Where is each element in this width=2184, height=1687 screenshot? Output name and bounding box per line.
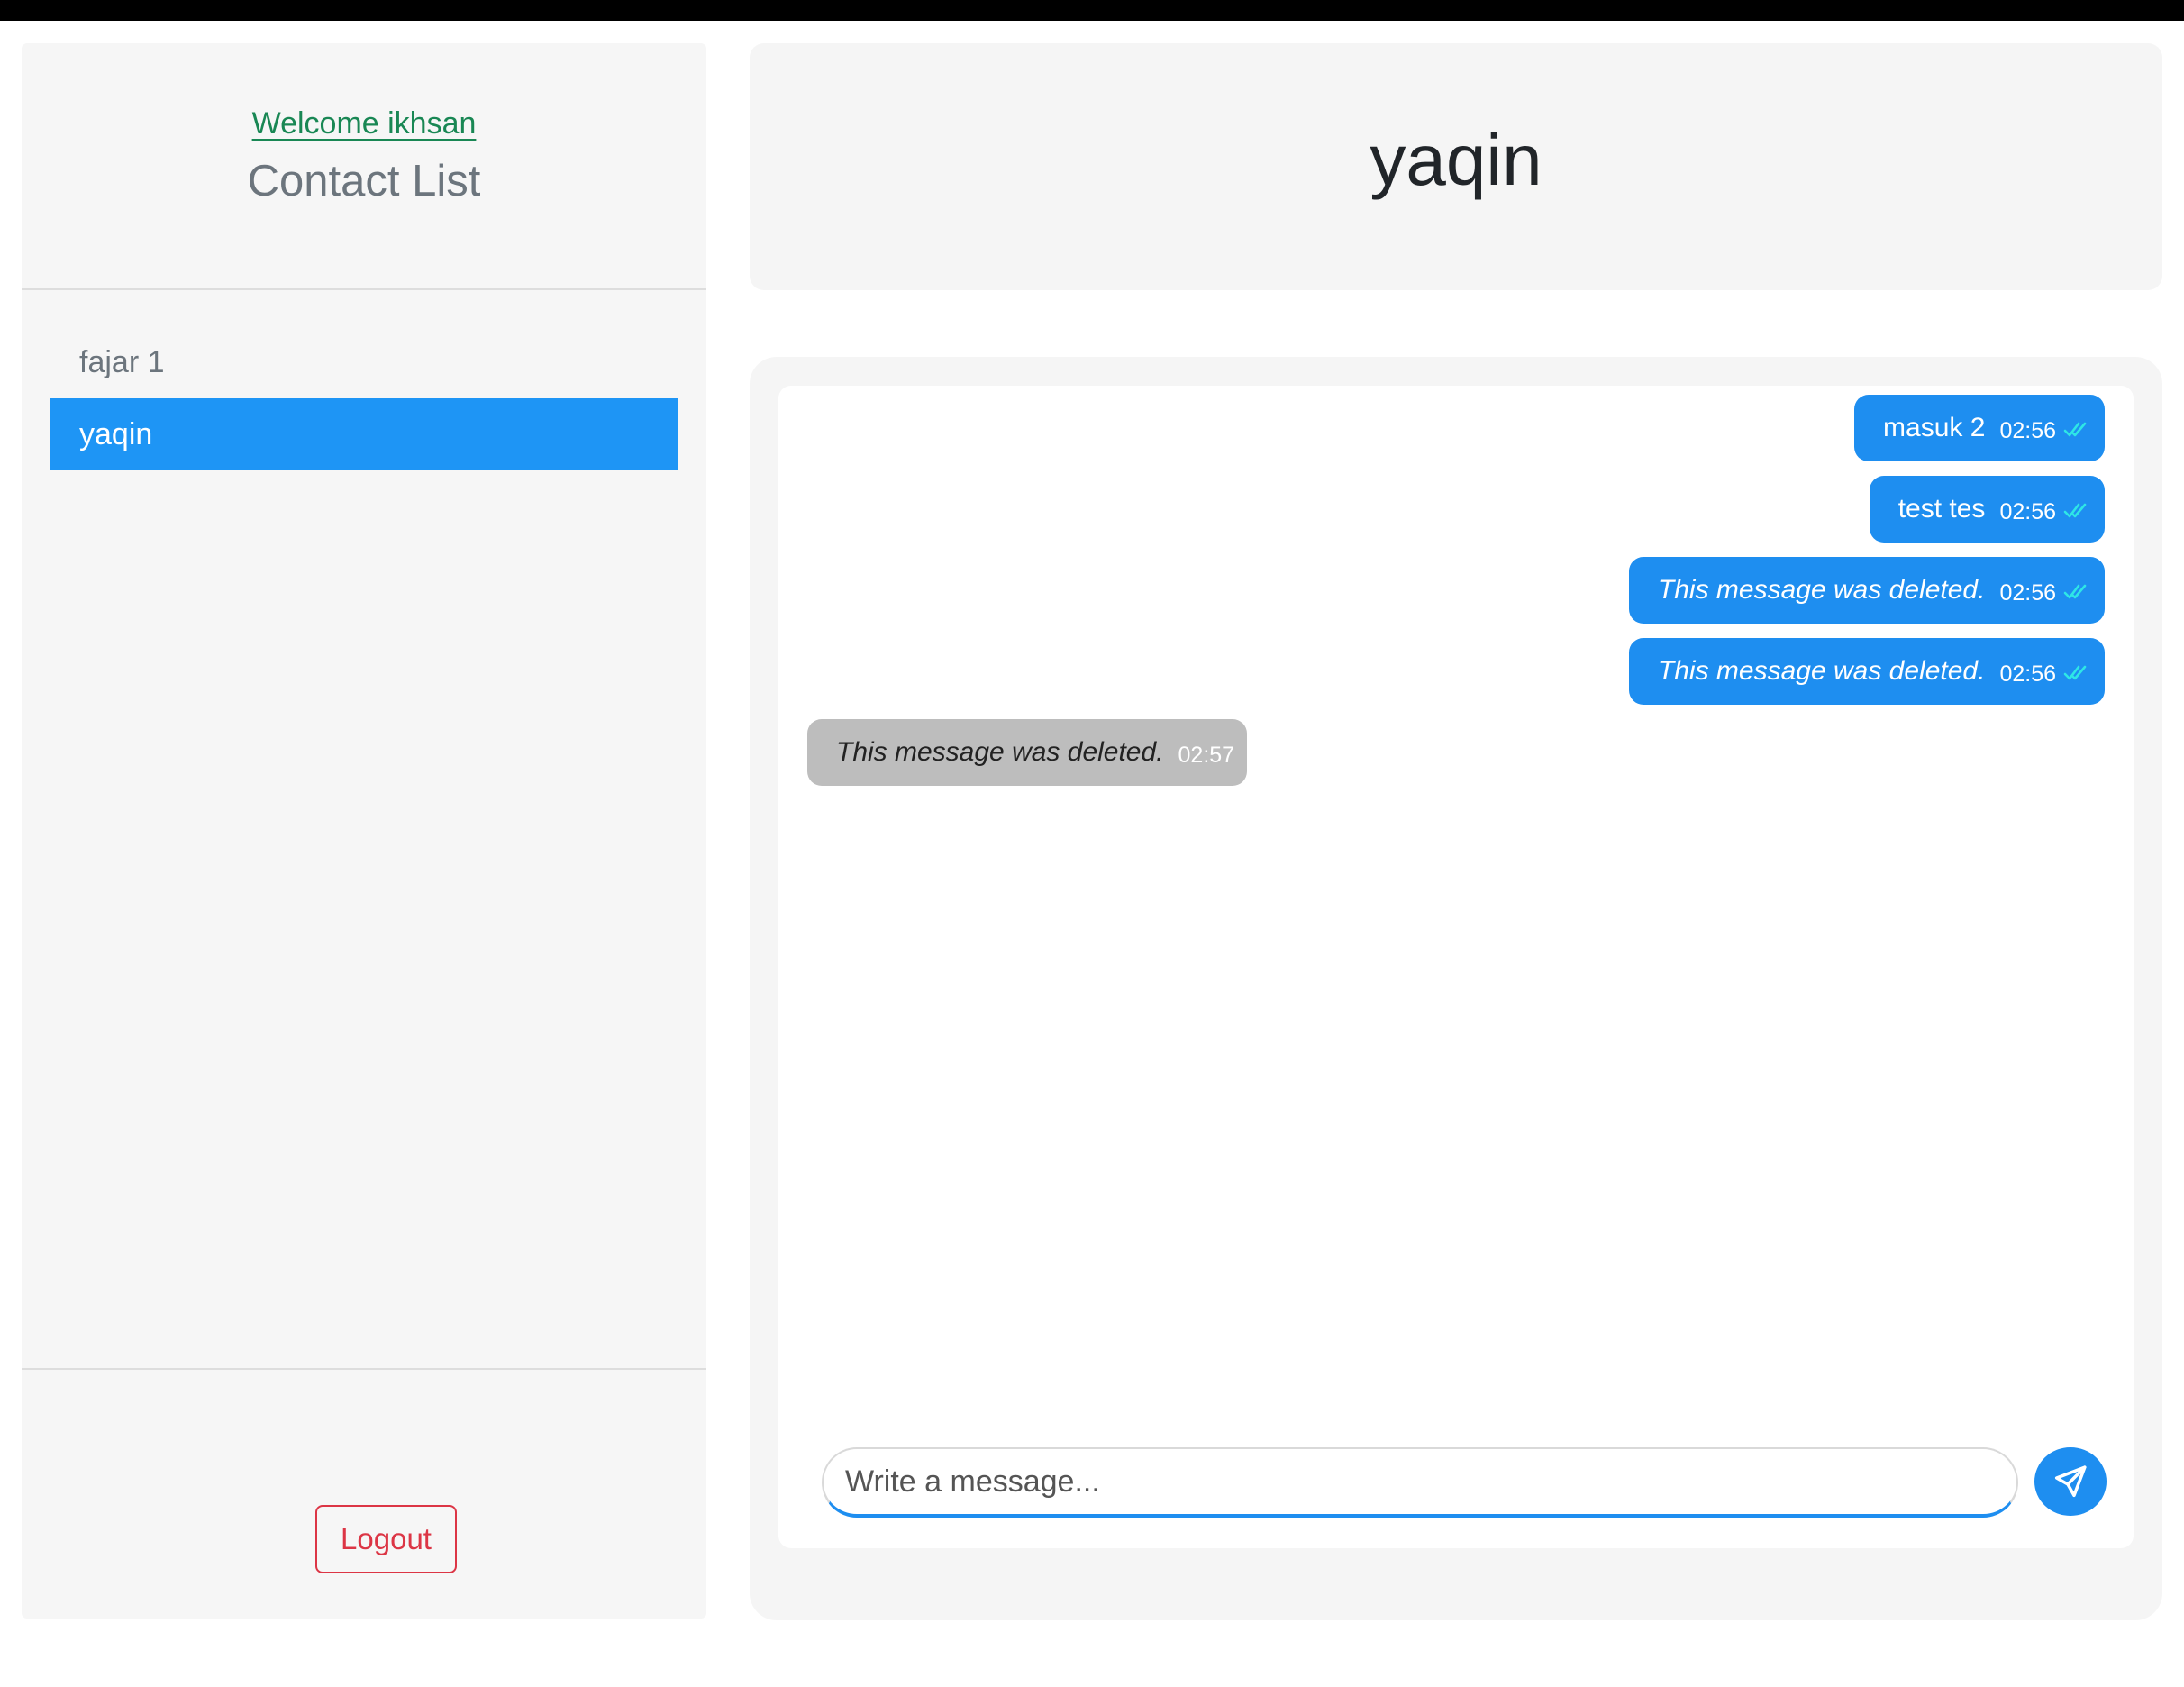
welcome-link[interactable]: Welcome ikhsan (22, 106, 706, 141)
message-bubble-outgoing[interactable]: masuk 2 02:56 (1854, 395, 2105, 461)
message-bubble-outgoing-deleted[interactable]: This message was deleted. 02:56 (1628, 557, 2105, 624)
contact-list-title: Contact List (247, 157, 481, 205)
message-text: This message was deleted. (1657, 575, 1986, 605)
contact-list: fajar 1 yaqin (50, 326, 678, 470)
message-text: test tes (1897, 494, 1986, 524)
message-text: masuk 2 (1883, 413, 1986, 442)
message-text: This message was deleted. (1657, 656, 1986, 686)
chat-panel: masuk 2 02:56 test tes 02:56 This messag… (750, 357, 2162, 1620)
sidebar-footer: Logout (22, 1368, 706, 1619)
read-double-check-icon (2063, 422, 2087, 437)
read-double-check-icon (2063, 503, 2087, 518)
chat-header: yaqin (750, 43, 2162, 290)
read-double-check-icon (2063, 584, 2087, 599)
message-time: 02:56 (1999, 498, 2056, 524)
send-icon (2054, 1465, 2087, 1498)
message-time: 02:56 (1999, 417, 2056, 443)
message-text: This message was deleted. (836, 737, 1164, 767)
message-time: 02:57 (1178, 742, 1235, 768)
contact-item-yaqin[interactable]: yaqin (50, 398, 678, 470)
message-time: 02:56 (1999, 579, 2056, 606)
message-bubble-incoming-deleted[interactable]: This message was deleted. 02:57 (807, 719, 1248, 786)
send-button[interactable] (2034, 1447, 2107, 1516)
sidebar: Welcome ikhsan Contact List fajar 1 yaqi… (22, 43, 706, 1619)
message-input[interactable] (845, 1449, 1998, 1514)
top-black-bar (0, 0, 2184, 21)
message-bubble-outgoing[interactable]: test tes 02:56 (1869, 476, 2105, 543)
logout-button[interactable]: Logout (315, 1505, 457, 1573)
message-bubble-outgoing-deleted[interactable]: This message was deleted. 02:56 (1628, 638, 2105, 705)
message-input-wrapper (822, 1447, 2018, 1518)
sidebar-header: Welcome ikhsan Contact List (22, 43, 706, 290)
read-double-check-icon (2063, 665, 2087, 680)
contact-item-fajar-1[interactable]: fajar 1 (50, 326, 678, 398)
chat-contact-name: yaqin (1370, 120, 1542, 200)
message-time: 02:56 (1999, 661, 2056, 687)
message-area: masuk 2 02:56 test tes 02:56 This messag… (778, 386, 2134, 1548)
